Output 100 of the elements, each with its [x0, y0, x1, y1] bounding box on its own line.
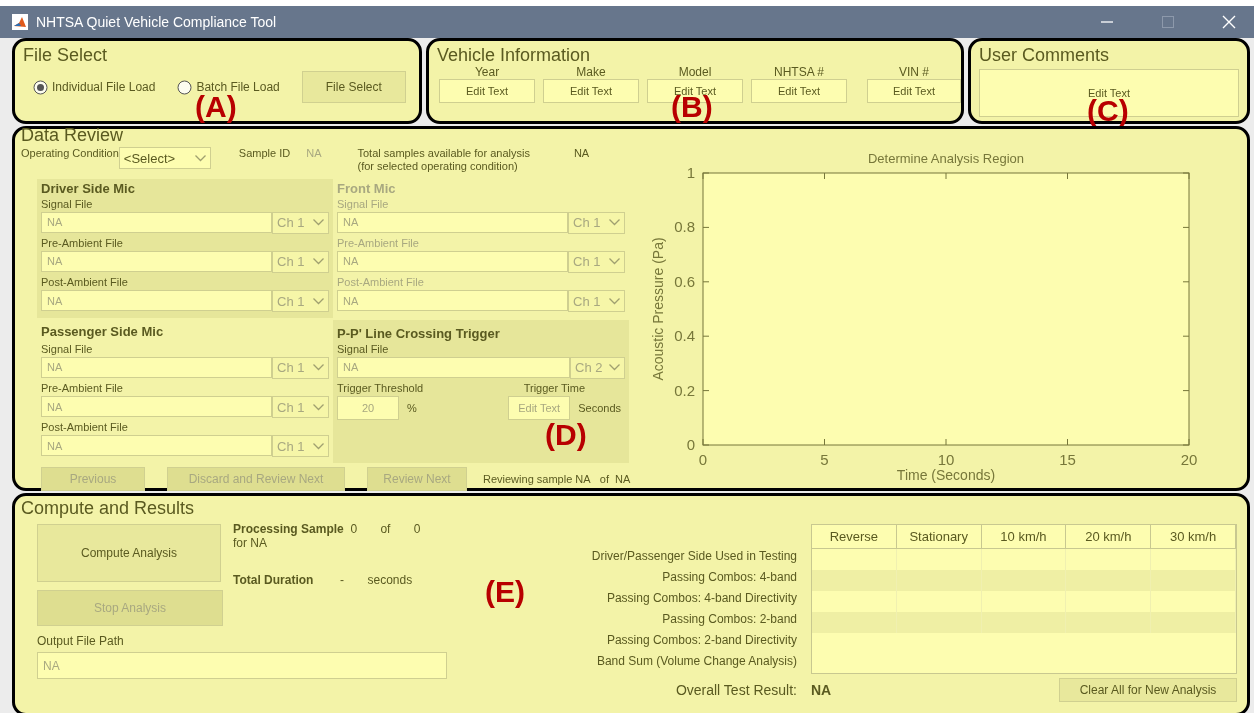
tick-label: 0.8 [674, 218, 695, 236]
caret-icon [609, 219, 620, 227]
group-title: Passenger Side Mic [41, 324, 165, 340]
field-label: Signal File [337, 342, 390, 356]
panel-title: Vehicle Information [437, 45, 591, 65]
clear-all-button[interactable]: Clear All for New Analysis [1059, 678, 1237, 702]
caret-icon [194, 154, 206, 162]
field-label: Signal File [337, 197, 390, 211]
group-title: P-P' Line Crossing Trigger [337, 326, 501, 342]
row-label: Passing Combos: 2-band Directivity [606, 632, 797, 649]
caret-icon [313, 442, 324, 450]
file-path-field[interactable]: NA [41, 250, 272, 272]
caret-icon [609, 364, 620, 372]
row-label: Driver/Passenger Side Used in Testing [591, 548, 797, 565]
caret-icon [313, 258, 324, 266]
caret-icon [313, 219, 324, 227]
field-label: Output File Path [37, 634, 124, 649]
file-path-field[interactable]: NA [41, 356, 272, 378]
total-samples-value: NA [573, 147, 590, 161]
file-path-field[interactable]: NA [337, 356, 570, 378]
unit-label: Seconds [578, 401, 621, 415]
axis-label: Time (Seconds) [896, 467, 996, 483]
tick-label: 0 [686, 436, 695, 453]
tick-label: 10 [937, 451, 955, 468]
panel-title: User Comments [979, 45, 1110, 65]
processing-target: for NA [233, 536, 267, 551]
caret-icon [313, 364, 324, 372]
caret-icon [313, 403, 324, 411]
field-label: Post-Ambient File [41, 421, 129, 435]
tick-label: 15 [1059, 451, 1076, 468]
field-label: VIN # [899, 65, 929, 80]
text-field[interactable]: Edit Text [439, 79, 535, 104]
overall-result-label: Overall Test Result: [675, 682, 797, 699]
row-label: Passing Combos: 4-band [662, 569, 797, 586]
row-label: Passing Combos: 4-band Directivity [606, 590, 797, 607]
tick-label: 1 [686, 164, 695, 181]
file-path-field[interactable]: NA [41, 211, 272, 233]
panel-title: Data Review [21, 125, 124, 145]
channel-dropdown[interactable]: Ch 1 [272, 290, 329, 313]
axis-label: Acoustic Pressure (Pa) [650, 237, 666, 381]
field-label: Sample ID [238, 147, 291, 161]
overall-result-value: NA [811, 681, 832, 699]
compute-analysis-button[interactable]: Compute Analysis [37, 524, 221, 582]
channel-dropdown[interactable]: Ch 1 [272, 396, 329, 419]
field-note: (for selected operating condition) [357, 160, 518, 174]
radio-icon[interactable] [33, 79, 48, 95]
file-path-field[interactable]: NA [41, 435, 272, 457]
radio-option[interactable]: Individual File Load [33, 79, 156, 95]
threshold-field[interactable]: 20 [337, 396, 399, 421]
operating-condition-dropdown[interactable]: <Select> [118, 147, 211, 169]
tick-label: 0.6 [674, 272, 695, 290]
field-label: Total samples available for analysis [357, 147, 530, 161]
unit-label: % [407, 401, 418, 415]
annotation-label: (D) [545, 419, 587, 451]
field-label: Trigger Threshold [337, 381, 424, 396]
row-label: Passing Combos: 2-band [662, 611, 797, 628]
tick-label: 20 [1180, 451, 1198, 468]
field-label: Post-Ambient File [337, 275, 425, 290]
field-label: Make [576, 65, 606, 80]
total-duration: Total Duration - seconds [233, 572, 413, 588]
caret-icon [313, 297, 324, 305]
field-label: NHTSA # [774, 65, 824, 80]
tick-label: 0.4 [674, 327, 695, 345]
channel-dropdown[interactable]: Ch 1 [272, 356, 329, 379]
channel-dropdown[interactable]: Ch 1 [272, 250, 329, 273]
file-select-button[interactable]: File Select [301, 71, 406, 103]
field-label: Operating Condition [21, 147, 119, 161]
text-field[interactable]: Edit Text [867, 79, 961, 104]
row-label: Band Sum (Volume Change Analysis) [596, 653, 797, 670]
caret-icon [609, 297, 620, 305]
field-label: Signal File [41, 197, 94, 211]
sample-id-value: NA [306, 147, 322, 161]
field-label: Year [474, 65, 500, 80]
annotation-label: (E) [485, 576, 525, 608]
group-title: Front Mic [337, 181, 397, 197]
field-label: Signal File [41, 342, 94, 356]
channel-dropdown[interactable]: Ch 1 [272, 435, 329, 458]
radio-icon[interactable] [177, 79, 193, 95]
channel-dropdown[interactable]: Ch 2 [570, 356, 625, 379]
chart-title: Determine Analysis Region [867, 151, 1025, 166]
file-path-field[interactable]: NA [41, 290, 272, 312]
field-label: Pre-Ambient File [337, 236, 420, 250]
panel-title: Compute and Results [21, 498, 195, 518]
reviewing-status: Reviewing sample NA of NA [483, 472, 631, 486]
panel-title: File Select [23, 45, 108, 65]
output-path-field[interactable]: NA [37, 652, 447, 680]
text-field[interactable]: Edit Text [543, 79, 639, 104]
trigger-time-field[interactable]: Edit Text [508, 396, 571, 421]
processing-status: Processing Sample 0 of 0 [233, 522, 421, 537]
field-label: Post-Ambient File [41, 275, 129, 290]
file-path-field[interactable]: NA [41, 396, 272, 418]
tick-label: 0.2 [674, 381, 695, 399]
group-title: Driver Side Mic [41, 181, 136, 197]
channel-dropdown[interactable]: Ch 1 [272, 211, 329, 234]
field-label: Pre-Ambient File [41, 381, 124, 396]
app-logo-icon [12, 14, 28, 30]
field-label: Pre-Ambient File [41, 236, 124, 250]
window-title: NHTSA Quiet Vehicle Compliance Tool [36, 14, 278, 30]
text-field[interactable]: Edit Text [751, 79, 847, 104]
close-icon[interactable] [1222, 15, 1236, 29]
